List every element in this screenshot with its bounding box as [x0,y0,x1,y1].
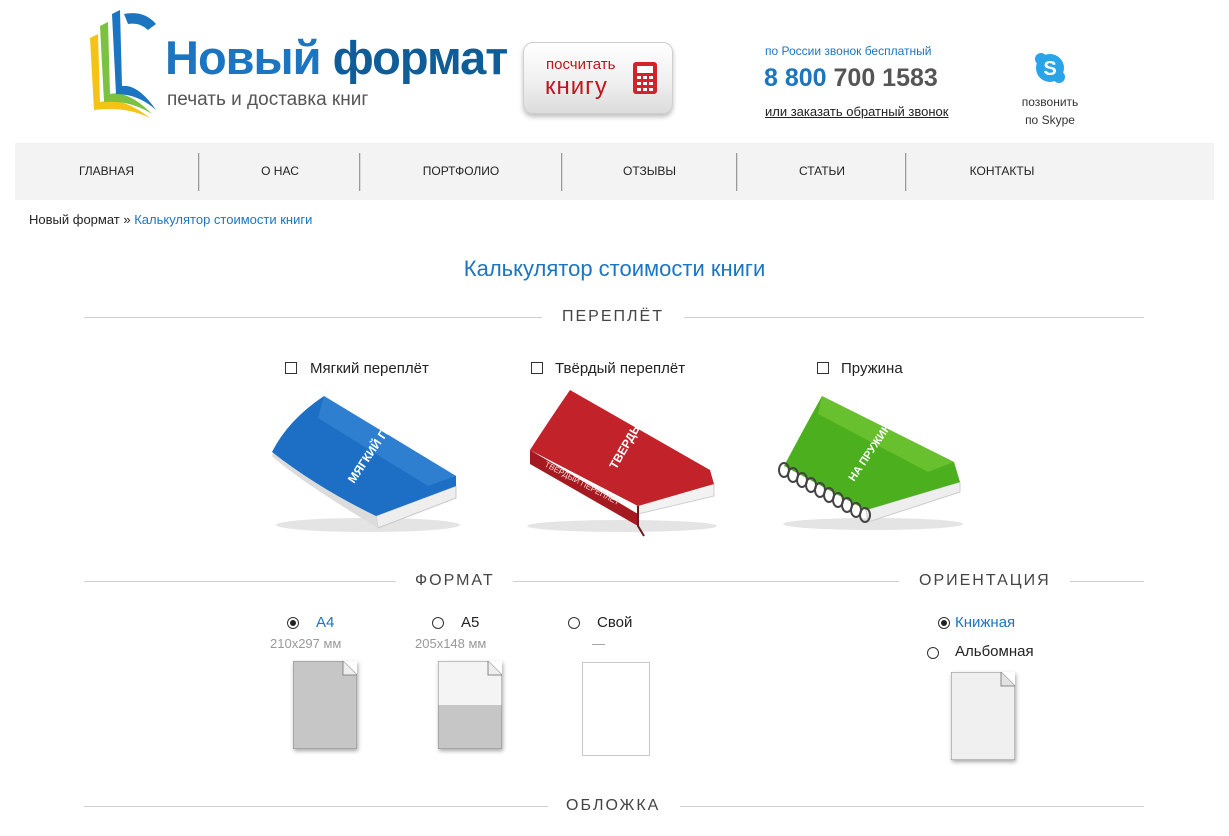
skype-line2: по Skype [1025,113,1075,127]
calculator-icon [633,62,657,94]
nav-item-articles[interactable]: СТАТЬИ [738,143,906,200]
section-divider [84,806,548,807]
logo-tagline: печать и доставка книг [167,89,369,110]
breadcrumb-separator: » [123,212,131,227]
logo-name-part2: формат [332,31,509,84]
breadcrumb: Новый формат » Калькулятор стоимости кни… [29,212,312,227]
orientation-landscape-radio[interactable] [927,647,939,659]
orientation-portrait-label[interactable]: Книжная [955,614,1015,631]
format-a5-size: 205x148 мм [415,636,487,651]
svg-text:S: S [1043,58,1056,80]
hard-binding-checkbox[interactable] [531,362,543,374]
soft-binding-checkbox[interactable] [285,362,297,374]
cover-section-title: ОБЛОЖКА [566,797,661,814]
breadcrumb-home[interactable]: Новый формат [29,212,120,227]
skype-call-link[interactable]: позвонить по Skype [1005,93,1095,129]
spiral-binding-checkbox[interactable] [817,362,829,374]
skype-icon[interactable]: S [1034,52,1066,84]
phone-note: по России звонок бесплатный [765,44,932,58]
format-a5-page-icon[interactable] [438,661,502,749]
calc-button-line2: книгу [545,73,608,100]
format-custom-label[interactable]: Свой [597,614,632,631]
section-divider [1070,581,1144,582]
breadcrumb-current: Калькулятор стоимости книги [134,212,313,227]
format-custom-size: — [592,636,605,651]
section-divider [513,581,899,582]
section-divider [84,581,396,582]
format-a4-radio[interactable] [287,617,299,629]
phone-prefix: 8 800 [764,64,827,92]
section-divider [684,317,1144,318]
soft-binding-label[interactable]: Мягкий переплёт [310,360,429,377]
format-a5-label[interactable]: А5 [461,614,479,631]
spiral-binding-image[interactable]: НА ПРУЖИНУ [768,392,968,537]
main-nav: ГЛАВНАЯ О НАС ПОРТФОЛИО ОТЗЫВЫ СТАТЬИ КО… [15,143,1214,200]
format-section-title: ФОРМАТ [415,572,495,589]
section-divider [84,317,542,318]
format-a5-radio[interactable] [432,617,444,629]
binding-section-title: ПЕРЕПЛЁТ [562,308,664,325]
orientation-section-title: ОРИЕНТАЦИЯ [919,572,1051,589]
format-custom-radio[interactable] [568,617,580,629]
nav-item-portfolio[interactable]: ПОРТФОЛИО [361,143,561,200]
page-title: Калькулятор стоимости книги [463,256,766,281]
orientation-portrait-page-icon[interactable] [951,672,1015,760]
nav-item-about[interactable]: О НАС [200,143,360,200]
format-a4-size: 210x297 мм [270,636,342,651]
format-a4-label[interactable]: А4 [316,614,334,631]
nav-item-home[interactable]: ГЛАВНАЯ [15,143,198,200]
logo-name-part1: Новый [165,31,322,84]
calc-button-line1: посчитать [546,56,616,73]
logo-name[interactable]: Новый формат [165,28,509,88]
hard-binding-image[interactable]: ТВЕРДЫЙ ПЕРЕПЛЕТ ТВЕРДЫЙ ПЕРЕПЛЕТ [510,388,720,538]
orientation-portrait-radio[interactable] [938,617,950,629]
hard-binding-label[interactable]: Твёрдый переплёт [555,360,685,377]
orientation-landscape-label[interactable]: Альбомная [955,643,1034,660]
nav-item-contacts[interactable]: КОНТАКТЫ [907,143,1097,200]
phone-digits: 700 1583 [833,64,938,92]
callback-link[interactable]: или заказать обратный звонок [765,104,948,119]
logo-book-icon [90,10,156,118]
section-divider [680,806,1144,807]
format-a4-page-icon[interactable] [293,661,357,749]
skype-line1: позвонить [1021,95,1079,109]
nav-item-reviews[interactable]: ОТЗЫВЫ [563,143,736,200]
spiral-binding-label[interactable]: Пружина [841,360,903,377]
calculate-book-button[interactable]: посчитать книгу [523,42,673,114]
soft-binding-image[interactable]: МЯГКИЙ ПЕРЕПЛЕТ [258,392,463,537]
format-custom-page-icon[interactable] [582,662,650,756]
phone-number[interactable]: 8 800 700 1583 [764,63,938,93]
